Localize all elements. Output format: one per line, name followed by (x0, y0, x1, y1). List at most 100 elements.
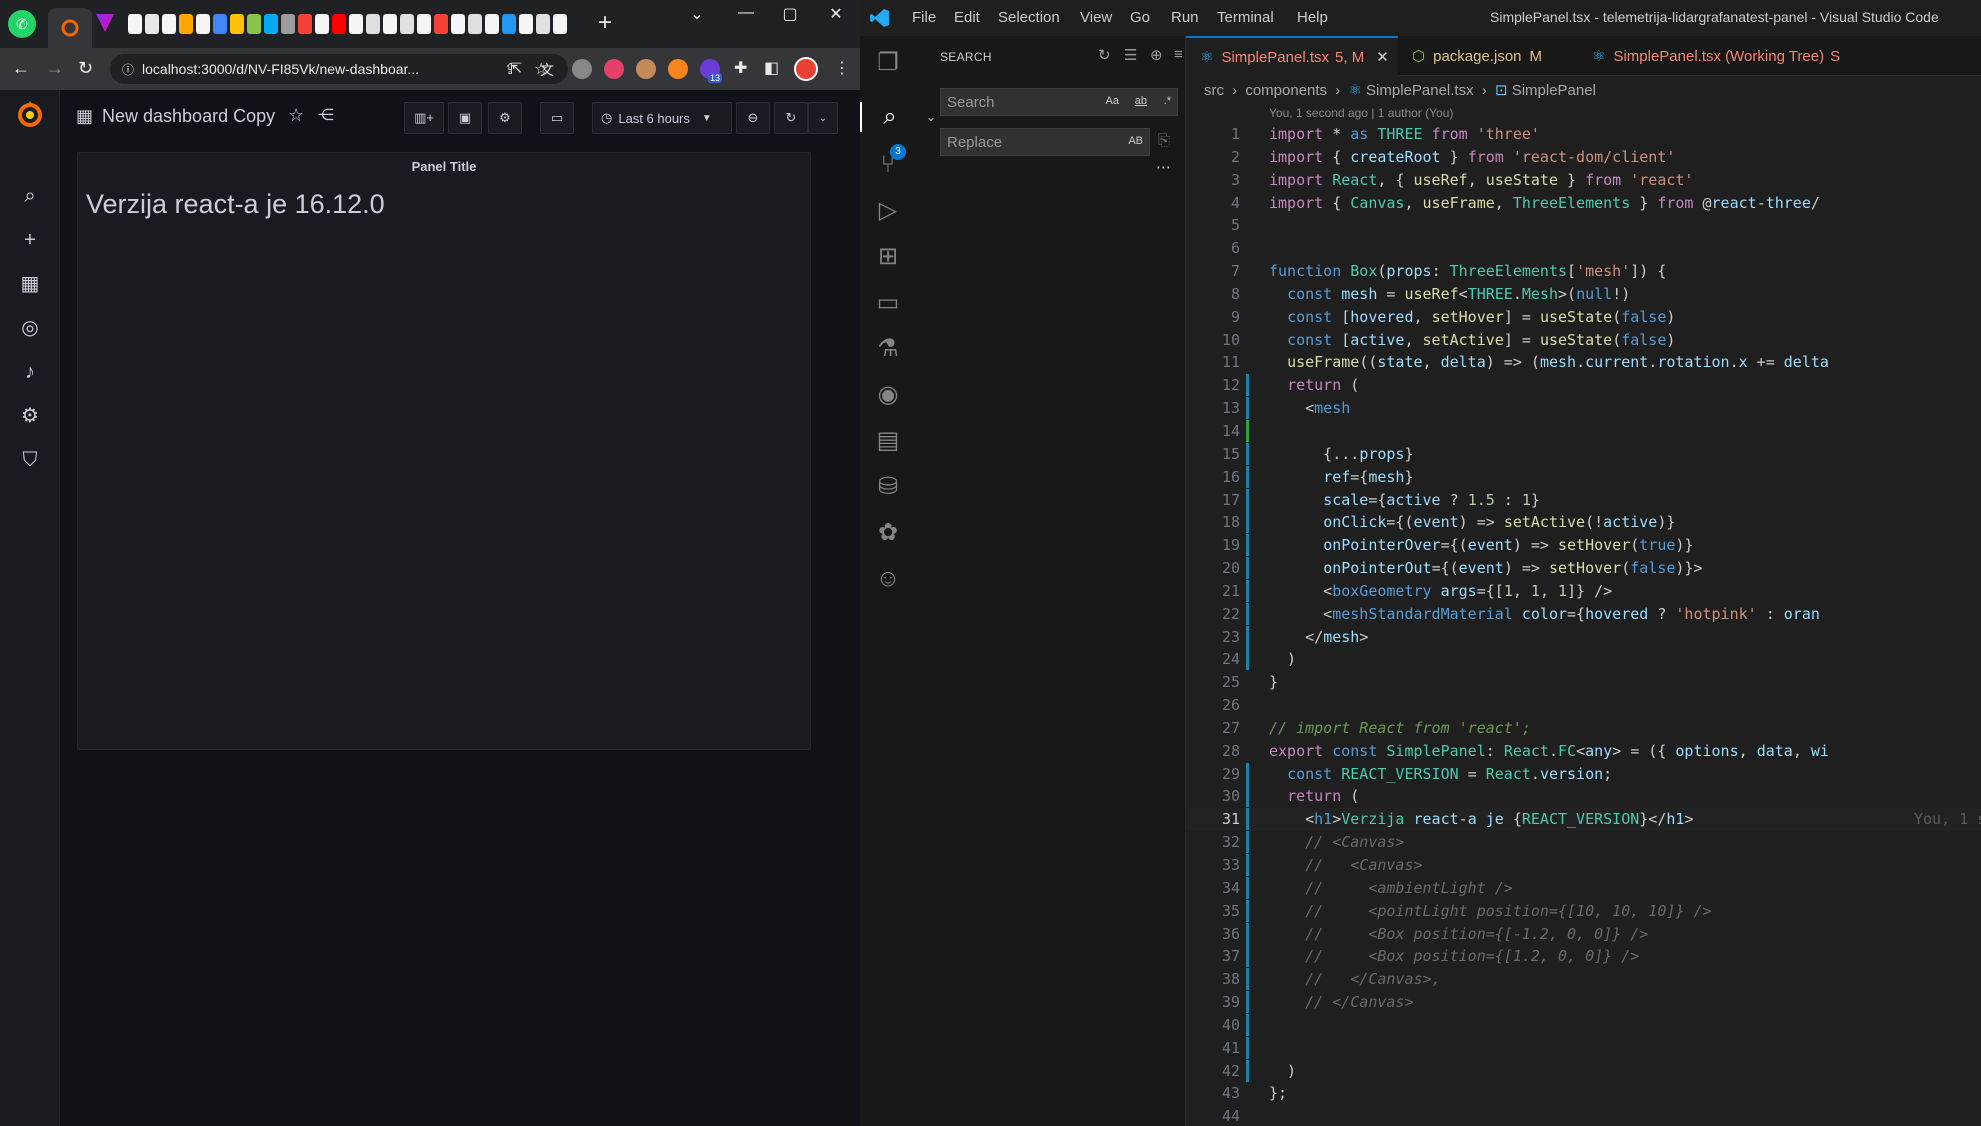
line-number[interactable]: 27 (1186, 717, 1240, 740)
alerting-bell-icon[interactable]: ♪ (18, 360, 42, 384)
code-line[interactable]: 39 // </Canvas> (1186, 991, 1981, 1014)
copilot-icon[interactable]: ☺ (873, 564, 903, 594)
line-number[interactable]: 29 (1186, 763, 1240, 786)
view-as-tree-icon[interactable]: ≡ (1174, 46, 1183, 63)
dashboard-settings-button[interactable]: ⚙ (488, 102, 522, 134)
code-text[interactable]: import * as THREE from 'three' (1269, 123, 1540, 146)
git-change-marker[interactable] (1246, 534, 1249, 557)
code-text[interactable]: </mesh> (1269, 626, 1368, 649)
server-admin-shield-icon[interactable]: ⛉ (18, 448, 42, 472)
code-line[interactable]: 1 import * as THREE from 'three' (1186, 123, 1981, 146)
maximize-button[interactable]: ▢ (770, 4, 810, 24)
tab-icon[interactable] (519, 14, 533, 34)
vite-tab-icon[interactable] (96, 14, 114, 32)
grafana-tab[interactable] (48, 8, 92, 48)
line-number[interactable]: 43 (1186, 1082, 1240, 1105)
dashboard-title[interactable]: New dashboard Copy (102, 106, 275, 127)
close-icon[interactable]: ✕ (1376, 48, 1389, 66)
menu-run[interactable]: Run (1171, 9, 1199, 26)
code-text[interactable]: ) (1269, 648, 1296, 671)
tab-icon[interactable] (400, 14, 414, 34)
configuration-gear-icon[interactable]: ⚙ (18, 404, 42, 428)
save-dashboard-button[interactable]: ▣ (448, 102, 482, 134)
line-number[interactable]: 41 (1186, 1037, 1240, 1060)
create-plus-icon[interactable]: + (18, 228, 42, 252)
cycle-view-mode-button[interactable]: ▭ (540, 102, 574, 134)
code-text[interactable]: import { Canvas, useFrame, ThreeElements… (1269, 192, 1820, 215)
code-text[interactable]: onPointerOver={(event) => setHover(true)… (1269, 534, 1693, 557)
code-text[interactable]: // <pointLight position={[10, 10, 10]} /… (1269, 900, 1711, 923)
tab-icon[interactable] (179, 14, 193, 34)
breadcrumb-item[interactable]: src (1204, 82, 1224, 99)
panel-title[interactable]: Panel Title (78, 159, 810, 174)
code-line[interactable]: 42 ) (1186, 1059, 1981, 1083)
git-change-marker[interactable] (1246, 602, 1249, 625)
code-line[interactable]: 19 onPointerOver={(event) => setHover(tr… (1186, 534, 1981, 557)
extension-icon[interactable] (636, 59, 656, 79)
git-change-marker[interactable] (1246, 579, 1249, 602)
code-line[interactable]: 34 // <ambientLight /> (1186, 876, 1981, 900)
bookmark-star-icon[interactable]: ☆ (534, 59, 548, 79)
tab-icon[interactable] (366, 14, 380, 34)
menu-terminal[interactable]: Terminal (1217, 9, 1274, 26)
line-number[interactable]: 1 (1186, 123, 1240, 146)
code-line[interactable]: 3 import React, { useRef, useState } from… (1186, 169, 1981, 192)
code-line[interactable]: 20 onPointerOut={(event) => setHover(fal… (1186, 557, 1981, 580)
git-change-marker[interactable] (1246, 397, 1249, 420)
replace-all-icon[interactable]: ⎘ (1158, 132, 1170, 149)
code-text[interactable]: // </Canvas> (1269, 991, 1413, 1014)
line-number[interactable]: 14 (1186, 420, 1240, 443)
code-text[interactable]: // <Box position={[1.2, 0, 0]} /> (1269, 945, 1639, 968)
code-line[interactable]: 10 const [active, setActive] = useState(… (1186, 329, 1981, 352)
code-line[interactable]: 24 ) (1186, 648, 1981, 671)
menu-edit[interactable]: Edit (954, 9, 980, 26)
tab-icon[interactable] (247, 14, 261, 34)
git-change-marker[interactable] (1246, 762, 1249, 785)
code-line[interactable]: 43}; (1186, 1082, 1981, 1105)
code-text[interactable]: const mesh = useRef<THREE.Mesh>(null!) (1269, 283, 1630, 306)
refresh-interval-button[interactable]: ⌄ (808, 102, 838, 134)
git-change-marker[interactable] (1246, 854, 1249, 876)
line-number[interactable]: 44 (1186, 1105, 1240, 1126)
notebook-icon[interactable]: ▤ (873, 426, 903, 456)
line-number[interactable]: 6 (1186, 237, 1240, 260)
remote-explorer-icon[interactable]: ▭ (873, 288, 903, 318)
match-case-toggle[interactable]: Aa (1106, 95, 1119, 107)
toggle-replace-chevron-icon[interactable]: ⌄ (926, 110, 936, 124)
tab-icon[interactable] (196, 14, 210, 34)
line-number[interactable]: 40 (1186, 1014, 1240, 1037)
code-line[interactable]: 29 const REACT_VERSION = React.version; (1186, 762, 1981, 786)
code-text[interactable]: import { createRoot } from 'react-dom/cl… (1269, 146, 1675, 169)
tab-icon[interactable] (417, 14, 431, 34)
minimize-button[interactable]: — (726, 4, 766, 22)
tab-icon[interactable] (162, 14, 176, 34)
menu-file[interactable]: File (912, 9, 936, 26)
line-number[interactable]: 35 (1186, 900, 1240, 923)
code-line[interactable]: 14 (1186, 419, 1981, 443)
code-text[interactable]: export const SimplePanel: React.FC<any> … (1269, 740, 1829, 763)
tab-icon[interactable] (383, 14, 397, 34)
whatsapp-tab-icon[interactable]: ✆ (8, 10, 36, 38)
git-change-marker[interactable] (1246, 1059, 1249, 1082)
code-line[interactable]: 15 {...props} (1186, 442, 1981, 466)
line-number[interactable]: 31 (1186, 808, 1240, 831)
tab-icon[interactable] (451, 14, 465, 34)
code-line[interactable]: 35 // <pointLight position={[10, 10, 10]… (1186, 899, 1981, 923)
code-line[interactable]: 4 import { Canvas, useFrame, ThreeElement… (1186, 192, 1981, 215)
menu-go[interactable]: Go (1130, 9, 1150, 26)
tab-icon[interactable] (502, 14, 516, 34)
tab-icon[interactable] (536, 14, 550, 34)
side-panel-icon[interactable]: ◧ (764, 58, 779, 78)
line-number[interactable]: 26 (1186, 694, 1240, 717)
code-text[interactable]: scale={active ? 1.5 : 1} (1269, 489, 1540, 512)
address-bar[interactable]: ⓘ localhost:3000/d/NV-FI85Vk/new-dashboa… (110, 54, 568, 84)
tab-icon[interactable] (298, 14, 312, 34)
clear-results-icon[interactable]: ☰ (1124, 46, 1137, 64)
code-text[interactable]: ref={mesh} (1269, 466, 1413, 489)
reload-icon[interactable]: ↻ (78, 58, 93, 79)
git-change-marker[interactable] (1246, 991, 1249, 1014)
tab-icon[interactable] (553, 14, 567, 34)
url-text[interactable]: localhost:3000/d/NV-FI85Vk/new-dashboar.… (142, 61, 419, 77)
run-debug-icon[interactable]: ▷ (873, 196, 903, 226)
code-text[interactable]: // </Canvas>, (1269, 968, 1440, 991)
